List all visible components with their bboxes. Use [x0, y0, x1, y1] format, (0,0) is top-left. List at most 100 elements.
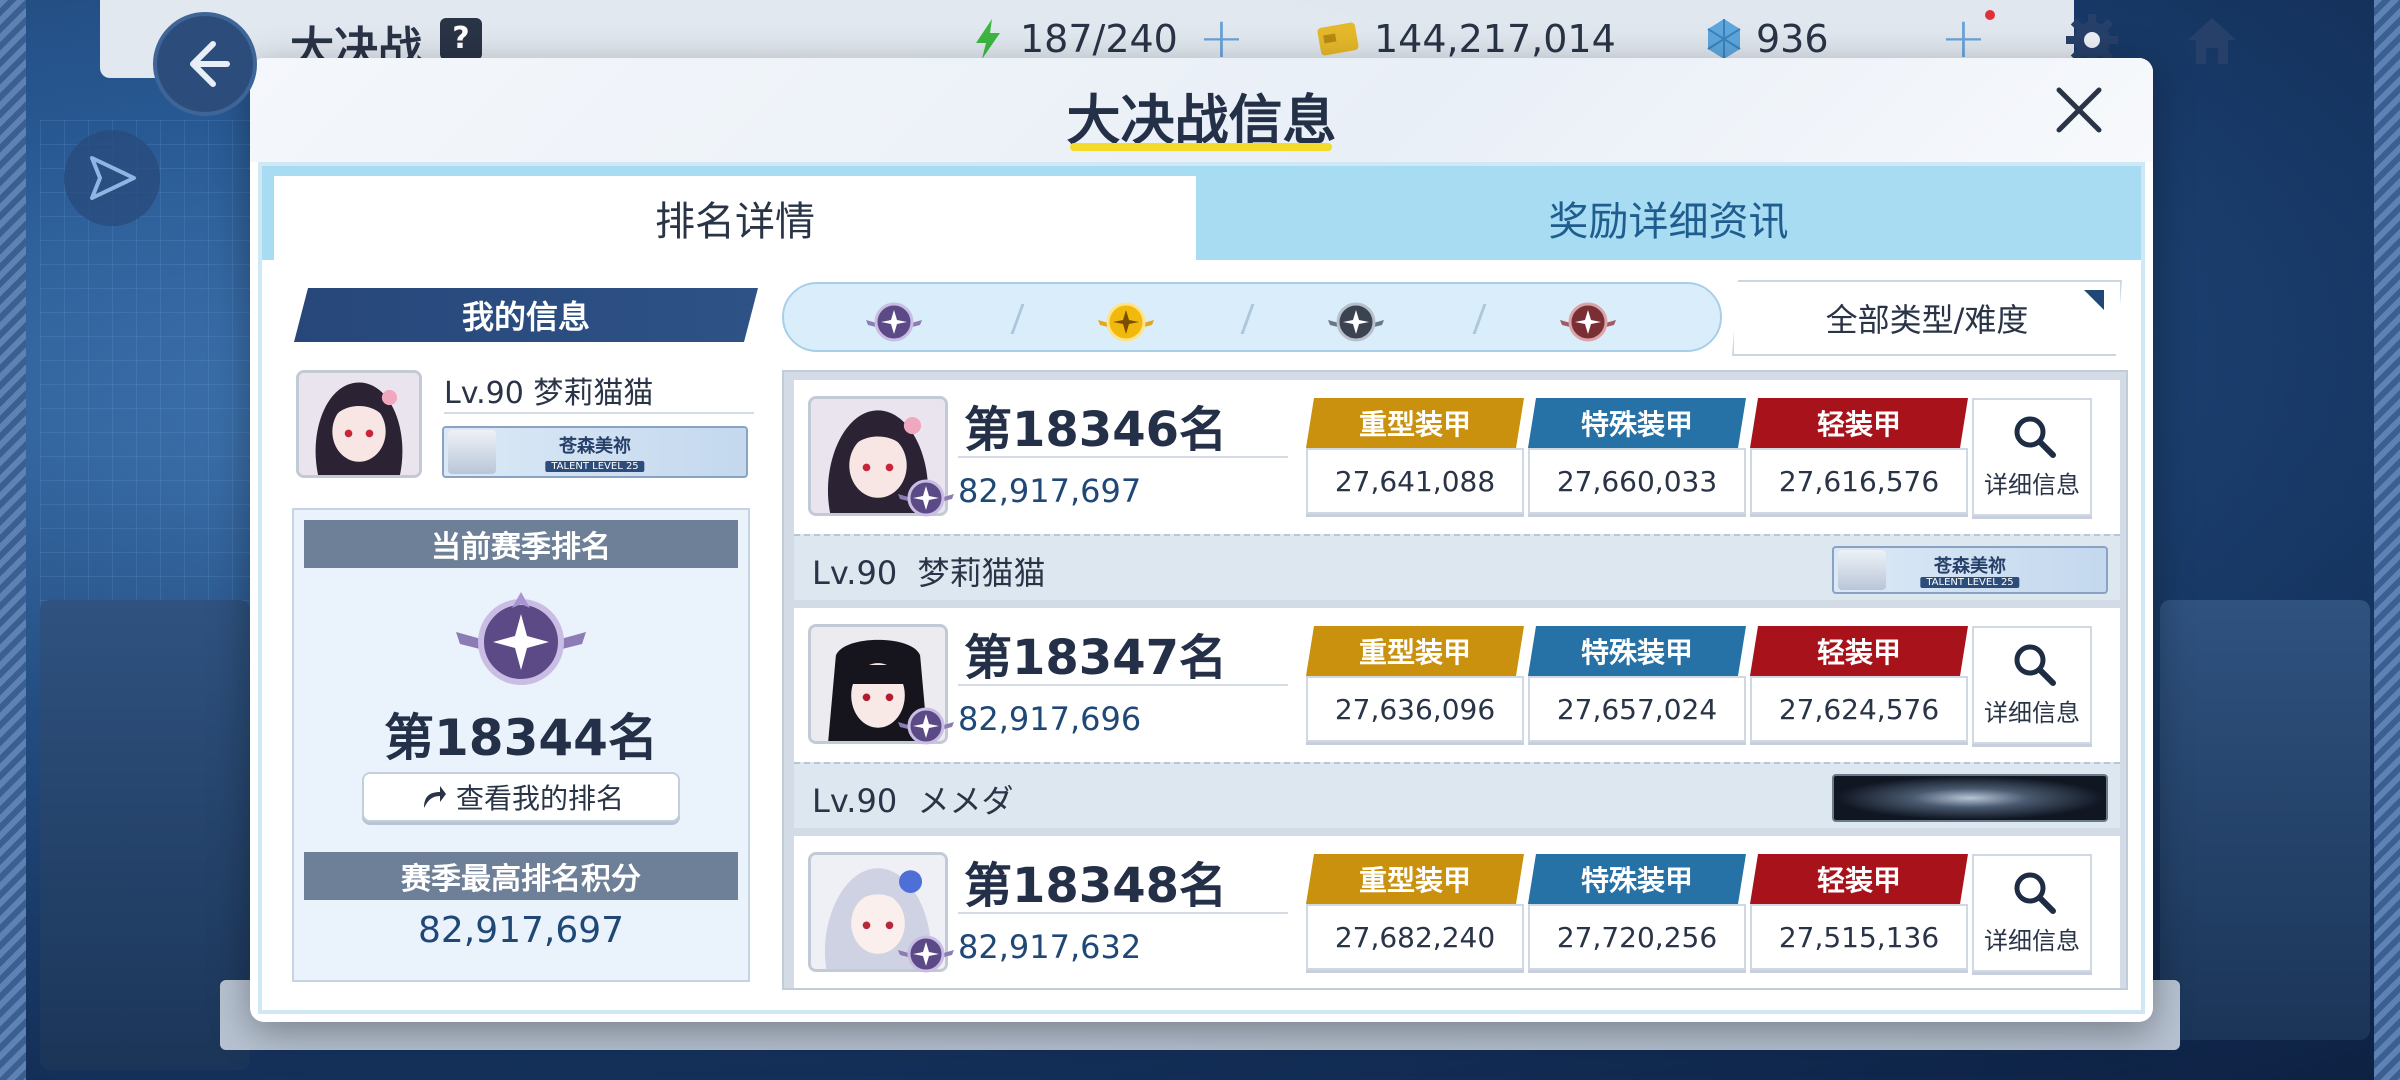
ranking-entry: 第18346名 82,917,697 重型装甲 27,641,088 特殊装甲 …	[794, 380, 2120, 604]
entry-score: 82,917,632	[958, 928, 1142, 966]
entry-rank: 第18347名	[964, 630, 1227, 686]
stamina-value: 187/240	[1020, 17, 1178, 61]
banner-level: TALENT LEVEL 25	[545, 461, 645, 472]
difficulty-dark-icon[interactable]	[1326, 290, 1386, 346]
profile-banner-image	[1832, 774, 2108, 822]
special-armor-value: 27,660,033	[1528, 448, 1746, 514]
add-stamina-button[interactable]: +	[1198, 11, 1245, 67]
separator	[1240, 304, 1255, 334]
rank-emblem-icon	[898, 935, 954, 973]
my-info-header: 我的信息	[294, 288, 758, 342]
talent-banner: 苍森美祢 TALENT LEVEL 25	[1832, 546, 2108, 594]
special-armor-label: 特殊装甲	[1528, 398, 1746, 448]
separator	[1472, 304, 1487, 334]
back-button[interactable]	[153, 12, 257, 116]
close-icon	[2056, 87, 2102, 133]
entry-rank: 第18346名	[964, 402, 1227, 458]
notification-dot	[1985, 10, 1995, 20]
help-button[interactable]: ?	[440, 18, 482, 60]
detail-info-label: 详细信息	[1984, 927, 2080, 955]
light-armor-score: 轻装甲 27,616,576	[1750, 398, 1968, 516]
season-rank-box: 当前赛季排名 第18344名 查看我的排名 赛季最高排名积分 82,917,69	[292, 508, 750, 982]
entry-main: 第18348名 82,917,632 重型装甲 27,682,240 特殊装甲 …	[794, 836, 2120, 988]
background-edge-right	[2374, 0, 2400, 1080]
light-armor-value: 27,515,136	[1750, 904, 1968, 970]
light-armor-label: 轻装甲	[1750, 626, 1968, 676]
ranking-entry: 第18347名 82,917,696 重型装甲 27,636,096 特殊装甲 …	[794, 608, 2120, 832]
background-console-left	[40, 600, 250, 1070]
view-my-rank-label: 查看我的排名	[455, 782, 624, 815]
difficulty-purple-icon[interactable]	[864, 290, 924, 346]
avatar[interactable]	[296, 370, 422, 478]
heavy-armor-score: 重型装甲 27,682,240	[1306, 854, 1524, 972]
ranking-entry: 第18348名 82,917,632 重型装甲 27,682,240 特殊装甲 …	[794, 836, 2120, 988]
view-my-rank-button[interactable]: 查看我的排名	[362, 772, 680, 822]
entry-main: 第18346名 82,917,697 重型装甲 27,641,088 特殊装甲 …	[794, 380, 2120, 534]
credit-card-icon	[1317, 22, 1359, 56]
search-icon	[2014, 644, 2056, 686]
entry-player-name: Lv.90 梦莉猫猫	[812, 548, 1046, 594]
special-armor-value: 27,657,024	[1528, 676, 1746, 742]
home-icon[interactable]	[2182, 10, 2242, 70]
divider	[958, 684, 1288, 686]
lightning-icon	[976, 19, 1000, 59]
tab-ranking-details[interactable]: 排名详情	[274, 176, 1196, 260]
rank-emblem-icon	[898, 479, 954, 517]
difficulty-red-icon[interactable]	[1558, 290, 1618, 346]
special-armor-score: 特殊装甲 27,657,024	[1528, 626, 1746, 744]
character-portrait-icon	[299, 373, 419, 475]
ranking-list[interactable]: 第18346名 82,917,697 重型装甲 27,641,088 特殊装甲 …	[782, 370, 2128, 990]
rank-emblem-icon	[898, 707, 954, 745]
type-difficulty-dropdown[interactable]: 全部类型/难度	[1732, 280, 2122, 356]
light-armor-label: 轻装甲	[1750, 398, 1968, 448]
close-button[interactable]	[2049, 80, 2109, 140]
divider	[444, 412, 754, 414]
entry-player-nickname: 梦莉猫猫	[917, 554, 1046, 592]
entry-score: 82,917,697	[958, 472, 1142, 510]
search-icon	[2014, 872, 2056, 914]
light-armor-value: 27,624,576	[1750, 676, 1968, 742]
heavy-armor-score: 重型装甲 27,641,088	[1306, 398, 1524, 516]
my-current-rank: 第18344名	[384, 709, 658, 767]
special-armor-value: 27,720,256	[1528, 904, 1746, 970]
divider	[958, 456, 1288, 458]
separator	[1010, 304, 1025, 334]
type-difficulty-label: 全部类型/难度	[1825, 301, 2029, 339]
background-edge-left	[0, 0, 26, 1080]
tab-reward-details[interactable]: 奖励详细资讯	[1196, 176, 2141, 260]
light-armor-label: 轻装甲	[1750, 854, 1968, 904]
gems-counter: 936	[1706, 14, 1829, 64]
raid-info-dialog: 大决战信息 排名详情 奖励详细资讯 我的信息 Lv.90 梦莉猫猫 苍森美祢 T…	[250, 58, 2153, 1022]
share-button[interactable]	[64, 130, 160, 226]
credits-value: 144,217,014	[1374, 17, 1616, 61]
tab-bar: 排名详情 奖励详细资讯	[262, 166, 2141, 260]
banner-text: 苍森美祢	[559, 436, 631, 457]
banner-level: TALENT LEVEL 25	[1920, 577, 2020, 588]
heavy-armor-value: 27,682,240	[1306, 904, 1524, 970]
ranking-panel: 我的信息 Lv.90 梦莉猫猫 苍森美祢 TALENT LEVEL 25 当前赛…	[262, 260, 2141, 1010]
detail-info-button[interactable]: 详细信息	[1972, 854, 2092, 972]
light-armor-value: 27,616,576	[1750, 448, 1968, 514]
detail-info-button[interactable]: 详细信息	[1972, 626, 2092, 744]
banner-text: 苍森美祢	[1934, 556, 2006, 577]
difficulty-gold-icon[interactable]	[1096, 290, 1156, 346]
entry-main: 第18347名 82,917,696 重型装甲 27,636,096 特殊装甲 …	[794, 608, 2120, 762]
entry-player-level: Lv.90	[812, 782, 898, 820]
my-level-name: Lv.90 梦莉猫猫	[444, 376, 654, 411]
share-arrow-icon	[423, 786, 446, 808]
heavy-armor-value: 27,636,096	[1306, 676, 1524, 742]
divider	[958, 912, 1288, 914]
stamina-counter: 187/240	[970, 14, 1178, 64]
dialog-content: 排名详情 奖励详细资讯 我的信息 Lv.90 梦莉猫猫 苍森美祢 TALENT …	[258, 162, 2145, 1014]
detail-info-button[interactable]: 详细信息	[1972, 398, 2092, 516]
light-armor-score: 轻装甲 27,515,136	[1750, 854, 1968, 972]
difficulty-filter	[782, 282, 1722, 352]
dropdown-corner-icon	[2084, 290, 2104, 310]
send-icon	[90, 156, 136, 200]
entry-player-name: Lv.90 メメダ	[812, 776, 1014, 822]
add-gems-button[interactable]: +	[1940, 11, 1987, 67]
gems-value: 936	[1756, 17, 1829, 61]
heavy-armor-value: 27,641,088	[1306, 448, 1524, 514]
special-armor-score: 特殊装甲 27,660,033	[1528, 398, 1746, 516]
special-armor-label: 特殊装甲	[1528, 854, 1746, 904]
